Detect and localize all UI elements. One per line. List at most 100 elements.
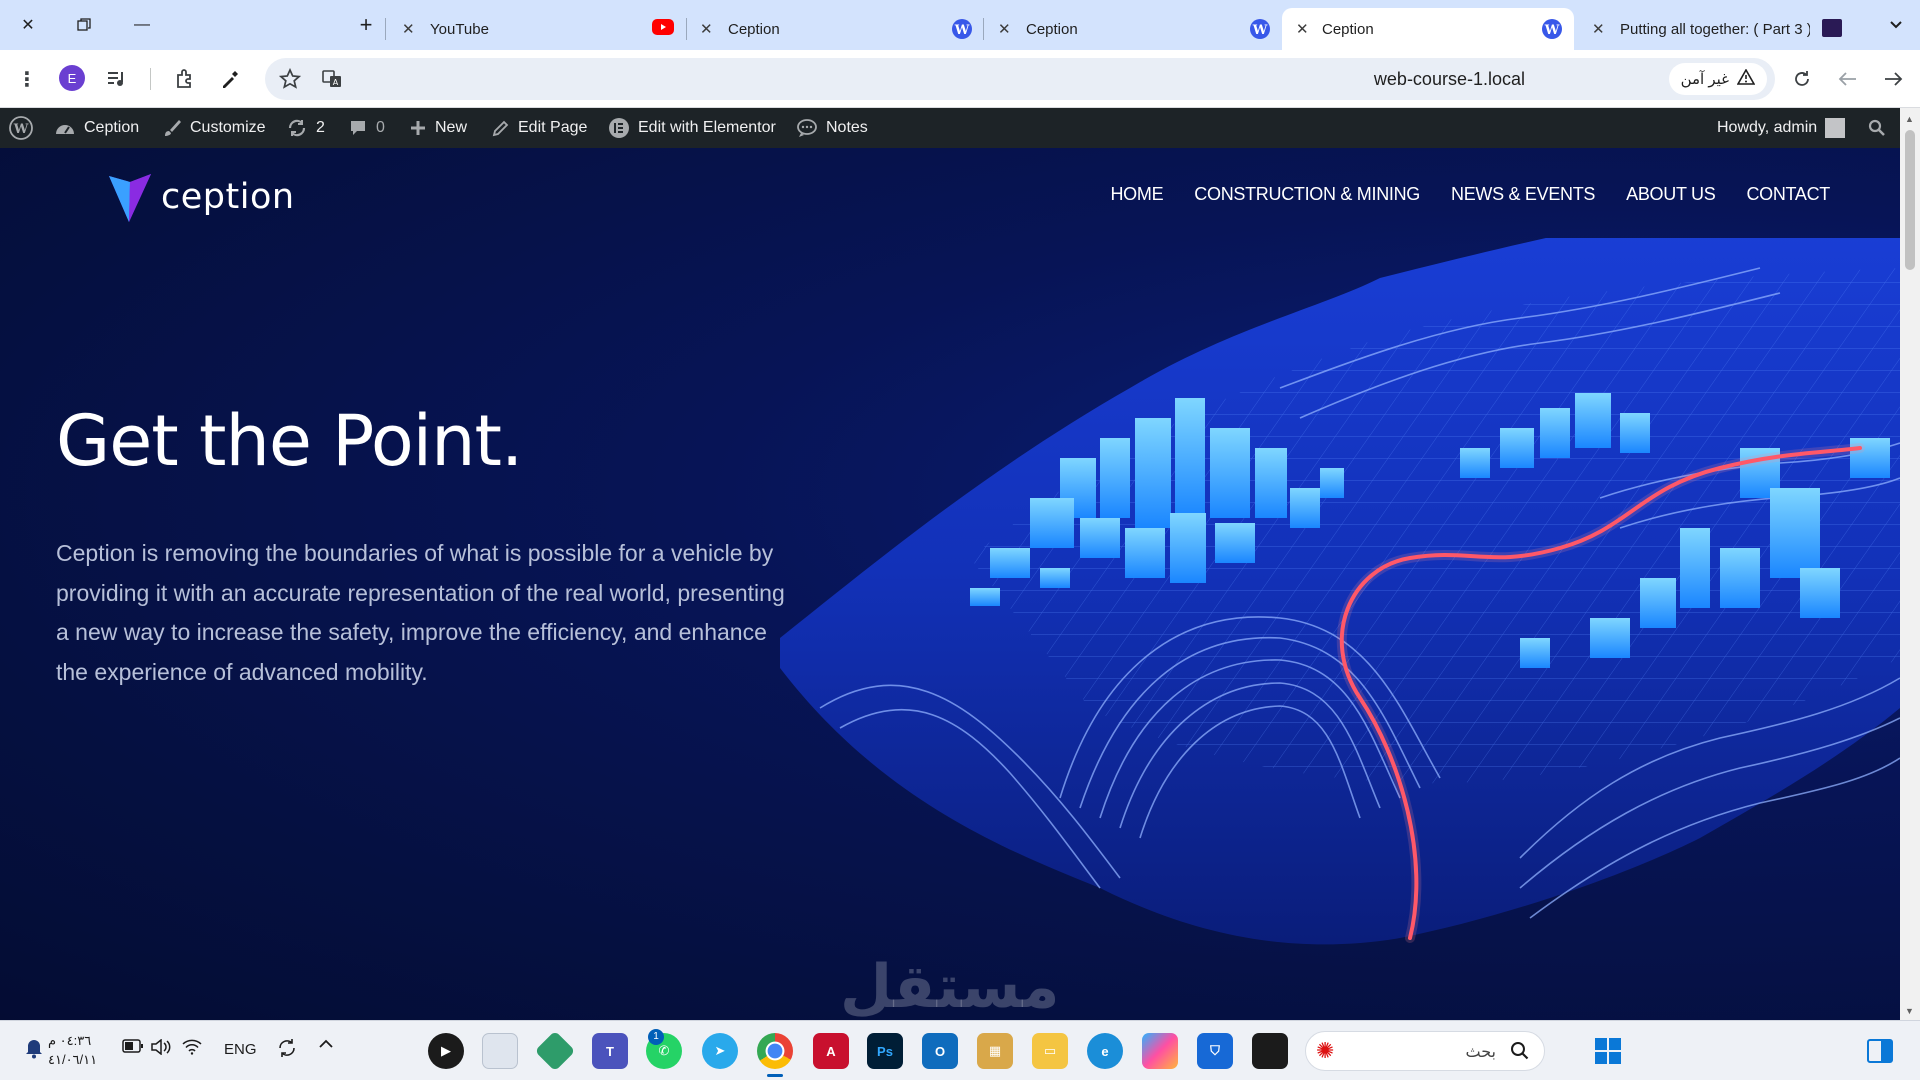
tab-title: Putting all together: ( Part 3 ) - [1620,20,1810,38]
outlook-icon[interactable]: O [922,1033,958,1069]
terminal-app-icon[interactable] [1252,1033,1288,1069]
address-bar[interactable]: A web-course-1.local غير آمن [265,58,1775,100]
tab-putting-all-together[interactable]: ✕ Putting all together: ( Part 3 ) - [1582,8,1852,50]
sync-icon[interactable] [276,1037,298,1064]
wp-logo-menu[interactable]: W [8,108,34,148]
tab-ception-active[interactable]: ✕ Ception W [1282,8,1574,50]
photoshop-icon[interactable]: Ps [867,1033,903,1069]
tab-close-icon[interactable]: ✕ [700,20,713,38]
ception-logo-icon [109,174,151,222]
minimize-window-icon[interactable]: ― [124,10,160,40]
teams-icon[interactable]: T [592,1033,628,1069]
copilot-icon[interactable] [1142,1033,1178,1069]
elementor-label: Edit with Elementor [638,119,776,136]
edge-icon[interactable]: e [1087,1033,1123,1069]
site-logo[interactable]: ception [105,170,295,224]
forward-arrow-icon[interactable] [1880,66,1906,92]
eyedropper-icon[interactable] [217,66,243,92]
media-controls-icon[interactable] [104,66,130,92]
avatar [1825,118,1846,138]
tab-search-chevron-icon[interactable] [1878,10,1914,40]
paintbrush-icon [162,118,182,138]
tab-ception-2[interactable]: ✕ Ception W [988,8,1278,50]
hero-section: ception HOME CONSTRUCTION & MINING NEWS … [0,148,1900,1020]
url-text[interactable]: web-course-1.local [1374,69,1525,90]
tab-ception-1[interactable]: ✕ Ception W [690,8,980,50]
taskbar-search-placeholder: بحث [1465,1044,1497,1061]
wordpress-icon: W [952,19,972,39]
screen-capture-app-icon[interactable] [482,1033,518,1069]
telegram-icon[interactable]: ➤ [702,1033,738,1069]
profile-avatar[interactable]: E [59,65,85,91]
green-diamond-app-icon[interactable] [534,1030,576,1072]
search-icon [1510,1041,1530,1066]
wordpress-icon: W [1250,19,1270,39]
youtube-icon [652,19,674,35]
comments-link[interactable]: 0 [348,108,385,148]
admin-search[interactable] [1868,108,1886,148]
close-window-icon[interactable]: ✕ [10,10,46,40]
input-language[interactable]: ENG [224,1041,257,1058]
customize-link[interactable]: Customize [162,108,266,148]
my-account-menu[interactable]: Howdy, admin [1717,108,1846,148]
elementor-icon [608,117,630,139]
customize-label: Customize [190,119,266,136]
page-scrollbar[interactable]: ▲ ▼ [1900,108,1920,1020]
scroll-down-icon[interactable]: ▼ [1905,1006,1914,1016]
widgets-panel-icon[interactable] [1862,1033,1898,1069]
wifi-icon[interactable] [182,1039,202,1060]
new-content-menu[interactable]: New [409,108,467,148]
taskbar-search-box[interactable]: ✺ بحث [1305,1031,1545,1071]
reload-icon[interactable] [1789,66,1815,92]
site-name-menu[interactable]: Ception [54,108,139,148]
plus-icon [409,119,427,137]
nav-construction-mining[interactable]: CONSTRUCTION & MINING [1194,184,1420,205]
chrome-icon[interactable] [757,1033,793,1077]
nav-contact[interactable]: CONTACT [1746,184,1830,205]
nav-news-events[interactable]: NEWS & EVENTS [1451,184,1595,205]
back-arrow-icon[interactable] [1835,66,1861,92]
purple-app-icon [1822,19,1842,37]
extensions-icon[interactable] [172,66,198,92]
tab-close-icon[interactable]: ✕ [1592,20,1605,38]
edit-page-link[interactable]: Edit Page [492,108,587,148]
notification-bell-icon[interactable] [24,1037,44,1064]
tab-youtube[interactable]: ✕ YouTube [392,8,682,50]
file-explorer-icon[interactable]: ▭ [1032,1033,1068,1069]
notes-link[interactable]: Notes [796,108,868,148]
svg-text:W: W [1252,23,1268,38]
bookmark-star-icon[interactable] [277,66,303,92]
translate-icon[interactable]: A [319,66,345,92]
comments-count: 0 [376,119,385,136]
wordpress-icon: W [1542,19,1562,39]
restore-window-icon[interactable] [66,10,102,40]
pencil-icon [492,119,510,137]
security-label: غير آمن [1680,71,1729,88]
tab-close-icon[interactable]: ✕ [1296,20,1309,38]
logo-text: ception [161,177,295,217]
tab-title: Ception [1026,20,1078,38]
menu-kebab-icon[interactable]: ⋮ [14,66,40,92]
updates-link[interactable]: 2 [286,108,325,148]
nav-home[interactable]: HOME [1110,184,1163,205]
new-tab-icon[interactable]: + [348,10,384,40]
security-chip[interactable]: غير آمن [1668,63,1767,95]
tab-separator [686,18,687,40]
nav-about-us[interactable]: ABOUT US [1626,184,1716,205]
edit-with-elementor-link[interactable]: Edit with Elementor [608,108,776,148]
media-player-icon[interactable]: ▶ [428,1033,464,1069]
system-clock[interactable]: ٠٤:٣٦ م ٤١/٠٦/١١ [48,1031,108,1069]
autocad-icon[interactable]: A [813,1033,849,1069]
windows-start-icon[interactable] [1590,1033,1626,1069]
volume-icon[interactable] [150,1038,172,1060]
scroll-thumb[interactable] [1905,130,1915,270]
scroll-up-icon[interactable]: ▲ [1905,114,1914,124]
show-hidden-icons-chevron[interactable] [318,1037,334,1055]
defender-shield-icon[interactable]: ⛉ [1197,1033,1233,1069]
tab-close-icon[interactable]: ✕ [402,20,415,38]
clock-date: ٤١/٠٦/١١ [48,1052,98,1067]
howdy-label: Howdy, admin [1717,119,1818,136]
tab-close-icon[interactable]: ✕ [998,20,1011,38]
battery-icon[interactable] [122,1039,144,1058]
microsoft-store-icon[interactable]: ▦ [977,1033,1013,1069]
